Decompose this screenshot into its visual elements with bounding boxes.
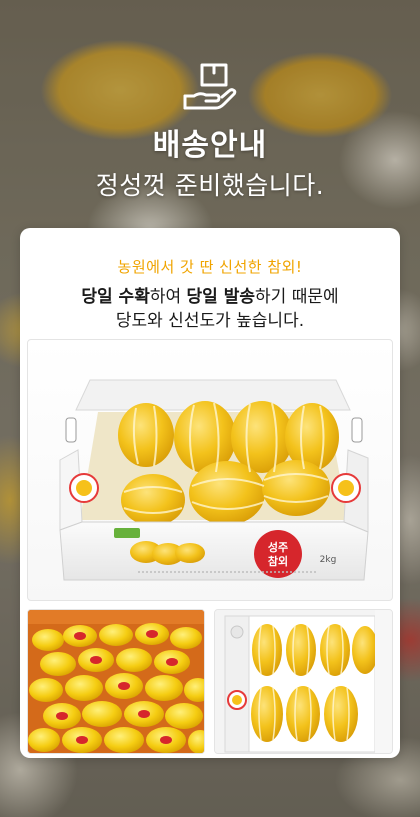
hand-with-box-icon [183,63,237,110]
box-brand-label: 성주 [268,540,288,554]
melon-pile-photo [27,609,205,754]
text-segment: 하여 [149,287,187,307]
page-subtitle: 정성껏 준비했습니다. [95,171,325,200]
card-description-line-2: 당도와 신선도가 높습니다. [115,311,305,331]
text-segment: 하기 때문에 [255,287,339,307]
highlight-same-day-shipping: 당일 발송 [186,287,256,307]
melon-box-photo: 성주 참외 2kg [27,339,393,601]
melon-box-top-view-photo [214,609,393,754]
card-tagline: 농원에서 갓 딴 신선한 참외! [117,258,303,276]
box-brand-label-2: 참외 [268,554,288,568]
card-description-line-1: 당일 수확하여 당일 발송하기 때문에 [20,282,400,307]
page-title: 배송안내 [152,128,268,163]
delivery-info-card: 농원에서 갓 딴 신선한 참외! 당일 수확하여 당일 발송하기 때문에 당도와… [20,228,400,758]
highlight-same-day-harvest: 당일 수확 [81,287,150,307]
box-weight-label: 2kg [320,555,337,565]
page-header: 배송안내 정성껏 준비했습니다. [0,0,420,225]
